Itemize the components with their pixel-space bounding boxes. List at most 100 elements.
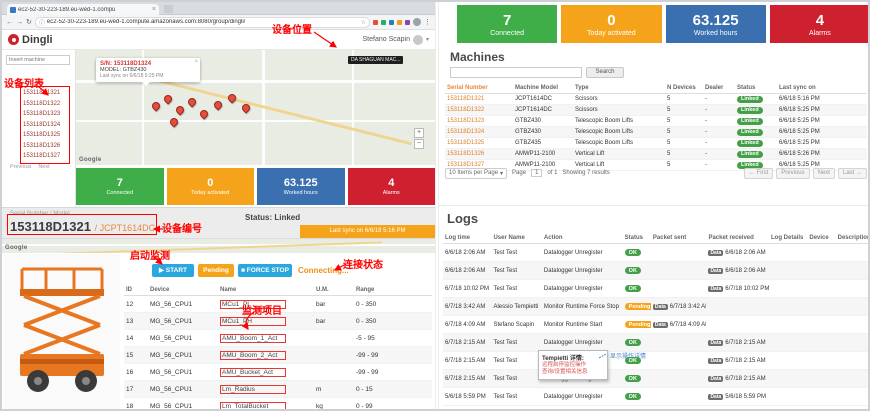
monitor-item-row[interactable]: 14MG_56_CPU1AMU_Boom_1_Act-5 - 95 — [124, 330, 432, 347]
zoom-in-button[interactable]: + — [414, 128, 424, 138]
logs-column-header[interactable]: Packet received — [706, 233, 769, 244]
pending-button[interactable]: Pending — [198, 264, 234, 277]
sidebar-serial-item[interactable]: 153118D1326 — [8, 141, 70, 152]
log-action[interactable]: Datalogger Unregister — [542, 244, 623, 262]
data-badge[interactable]: Data — [708, 340, 723, 346]
stat-card-alarms[interactable]: 4Alarms — [348, 168, 436, 205]
sidebar-serial-item[interactable]: 153118D1325 — [8, 130, 70, 141]
extension-icon[interactable] — [373, 20, 378, 25]
extension-icon[interactable] — [397, 20, 402, 25]
refresh-icon[interactable]: ↻ — [26, 18, 32, 26]
address-bar[interactable]: ⓘ ec2-52-30-223-189.eu-wed-1.compute.ama… — [35, 17, 370, 28]
browser-profile-avatar[interactable] — [413, 18, 421, 26]
machines-row[interactable]: 153118D1323GTBZ430Telescopic Boom Lifts5… — [445, 116, 867, 127]
data-badge[interactable]: Data — [708, 394, 723, 400]
close-icon[interactable]: × — [194, 59, 198, 65]
previous-page-link[interactable]: Previous — [10, 164, 31, 170]
user-menu[interactable]: Stefano Scapin ▾ — [363, 35, 430, 45]
map-marker[interactable] — [150, 100, 161, 111]
first-page-button[interactable]: ← First — [744, 168, 773, 179]
machine-serial-link[interactable]: 153118D1322 — [445, 105, 513, 116]
monitor-item-row[interactable]: 17MG_56_CPU1Lm_Radiusm0 - 15 — [124, 381, 432, 398]
sidebar-search-input[interactable] — [6, 55, 70, 65]
machines-column-header[interactable]: Type — [573, 83, 665, 94]
next-page-link[interactable]: Next — [38, 164, 49, 170]
map-marker[interactable] — [174, 104, 185, 115]
map-marker[interactable] — [212, 99, 223, 110]
monitor-item-row[interactable]: 15MG_56_CPU1AMU_Boom_2_Act-99 - 99 — [124, 347, 432, 364]
logs-column-header[interactable]: Packet sent — [651, 233, 707, 244]
machines-map[interactable]: S/N: 153118D1324 MODEL: GTBZ430 Last syn… — [76, 50, 435, 165]
log-action[interactable]: Datalogger Unregister — [542, 334, 623, 352]
zoom-out-button[interactable]: − — [414, 139, 424, 149]
stat-card-today-activated[interactable]: 0Today activated — [561, 5, 661, 43]
page-number-input[interactable]: 1 — [531, 169, 542, 177]
sidebar-serial-item[interactable]: 153118D1322 — [8, 99, 70, 110]
logs-column-header[interactable]: Log time — [443, 233, 491, 244]
machine-serial-link[interactable]: 153118D1321 — [445, 94, 513, 105]
data-badge[interactable]: Data — [653, 304, 668, 310]
machines-column-header[interactable]: Status — [735, 83, 777, 94]
extension-icon[interactable] — [381, 20, 386, 25]
items-per-page-select[interactable]: 10 Items per Page▾ — [445, 168, 507, 179]
device-map-strip[interactable]: Google — [2, 239, 435, 253]
machines-column-header[interactable]: Dealer — [703, 83, 735, 94]
new-tab-button[interactable] — [164, 5, 173, 13]
data-badge[interactable]: Data — [708, 286, 723, 292]
data-badge[interactable]: Data — [708, 268, 723, 274]
machine-serial-link[interactable]: 153118D1325 — [445, 138, 513, 149]
data-badge[interactable]: Data — [653, 322, 668, 328]
stat-card-alarms[interactable]: 4Alarms — [770, 5, 870, 43]
previous-page-button[interactable]: Previous — [776, 168, 809, 179]
monitor-item-row[interactable]: 18MG_56_CPU1Lm_TotalBucketkg0 - 99 — [124, 398, 432, 411]
map-marker[interactable] — [226, 92, 237, 103]
stat-card-connected[interactable]: 7Connected — [76, 168, 164, 205]
map-marker[interactable] — [198, 108, 209, 119]
logs-column-header[interactable]: User Name — [491, 233, 541, 244]
logs-column-header[interactable]: Action — [542, 233, 623, 244]
log-action[interactable]: Monitor Runtime Start — [542, 316, 623, 334]
forward-icon[interactable]: → — [16, 19, 23, 26]
start-button[interactable]: ▶ START — [152, 264, 194, 277]
log-action[interactable]: Monitor Runtime Force Stop — [542, 298, 623, 316]
sidebar-serial-item[interactable]: 153118D1327 — [8, 151, 70, 162]
browser-tab[interactable]: ec2-52-30-223-189.eu-wed-1.compu × — [7, 4, 159, 15]
data-badge[interactable]: Data — [708, 376, 723, 382]
stat-card-connected[interactable]: 7Connected — [457, 5, 557, 43]
tab-close-icon[interactable]: × — [152, 6, 156, 13]
logs-column-header[interactable]: Log Details — [769, 233, 807, 244]
map-marker[interactable] — [168, 116, 179, 127]
machines-search-button[interactable]: Search — [586, 67, 624, 78]
machines-row[interactable]: 153118D1322JCPT1614DCScissors5-Linked6/6… — [445, 105, 867, 116]
machine-serial-link[interactable]: 153118D1326 — [445, 149, 513, 160]
last-page-button[interactable]: Last → — [838, 168, 867, 179]
monitor-item-row[interactable]: 16MG_56_CPU1AMU_Bucket_Act-99 - 99 — [124, 364, 432, 381]
machines-row[interactable]: 153118D1324GTBZ430Telescopic Boom Lifts5… — [445, 127, 867, 138]
machine-serial-link[interactable]: 153118D1323 — [445, 116, 513, 127]
brand-name[interactable]: Dingli — [22, 34, 53, 46]
sidebar-serial-item[interactable]: 153118D1324 — [8, 120, 70, 131]
machines-column-header[interactable]: Machine Model — [513, 83, 573, 94]
extension-icon[interactable] — [389, 20, 394, 25]
machine-serial-link[interactable]: 153118D1324 — [445, 127, 513, 138]
log-action[interactable]: Datalogger Unregister — [542, 280, 623, 298]
stat-card-today-activated[interactable]: 0Today activated — [167, 168, 255, 205]
sidebar-serial-item[interactable]: 153118D1323 — [8, 109, 70, 120]
force-stop-button[interactable]: ■ FORCE STOP — [238, 264, 292, 277]
machines-column-header[interactable]: Last sync on — [777, 83, 867, 94]
stat-card-worked-hours[interactable]: 63.125Worked hours — [257, 168, 345, 205]
machines-row[interactable]: 153118D1325GTBZ435Telescopic Boom Lifts5… — [445, 138, 867, 149]
map-marker[interactable] — [186, 96, 197, 107]
map-marker[interactable] — [162, 93, 173, 104]
browser-menu-icon[interactable]: ⋮ — [424, 18, 431, 26]
machines-row[interactable]: 153118D1321JCPT1614DCScissors5-Linked6/6… — [445, 94, 867, 105]
machines-row[interactable]: 153118D1326AMWP11-2100Vertical Lift5-Lin… — [445, 149, 867, 160]
logs-column-header[interactable]: Device — [807, 233, 835, 244]
site-info-icon[interactable]: ⓘ — [39, 18, 45, 27]
log-action[interactable]: Datalogger Unregister — [542, 262, 623, 280]
machines-column-header[interactable]: Serial Number — [445, 83, 513, 94]
logs-column-header[interactable]: Status — [623, 233, 651, 244]
stat-card-worked-hours[interactable]: 63.125Worked hours — [666, 5, 766, 43]
log-action[interactable]: Datalogger Unregister — [542, 388, 623, 406]
extension-icon[interactable] — [405, 20, 410, 25]
